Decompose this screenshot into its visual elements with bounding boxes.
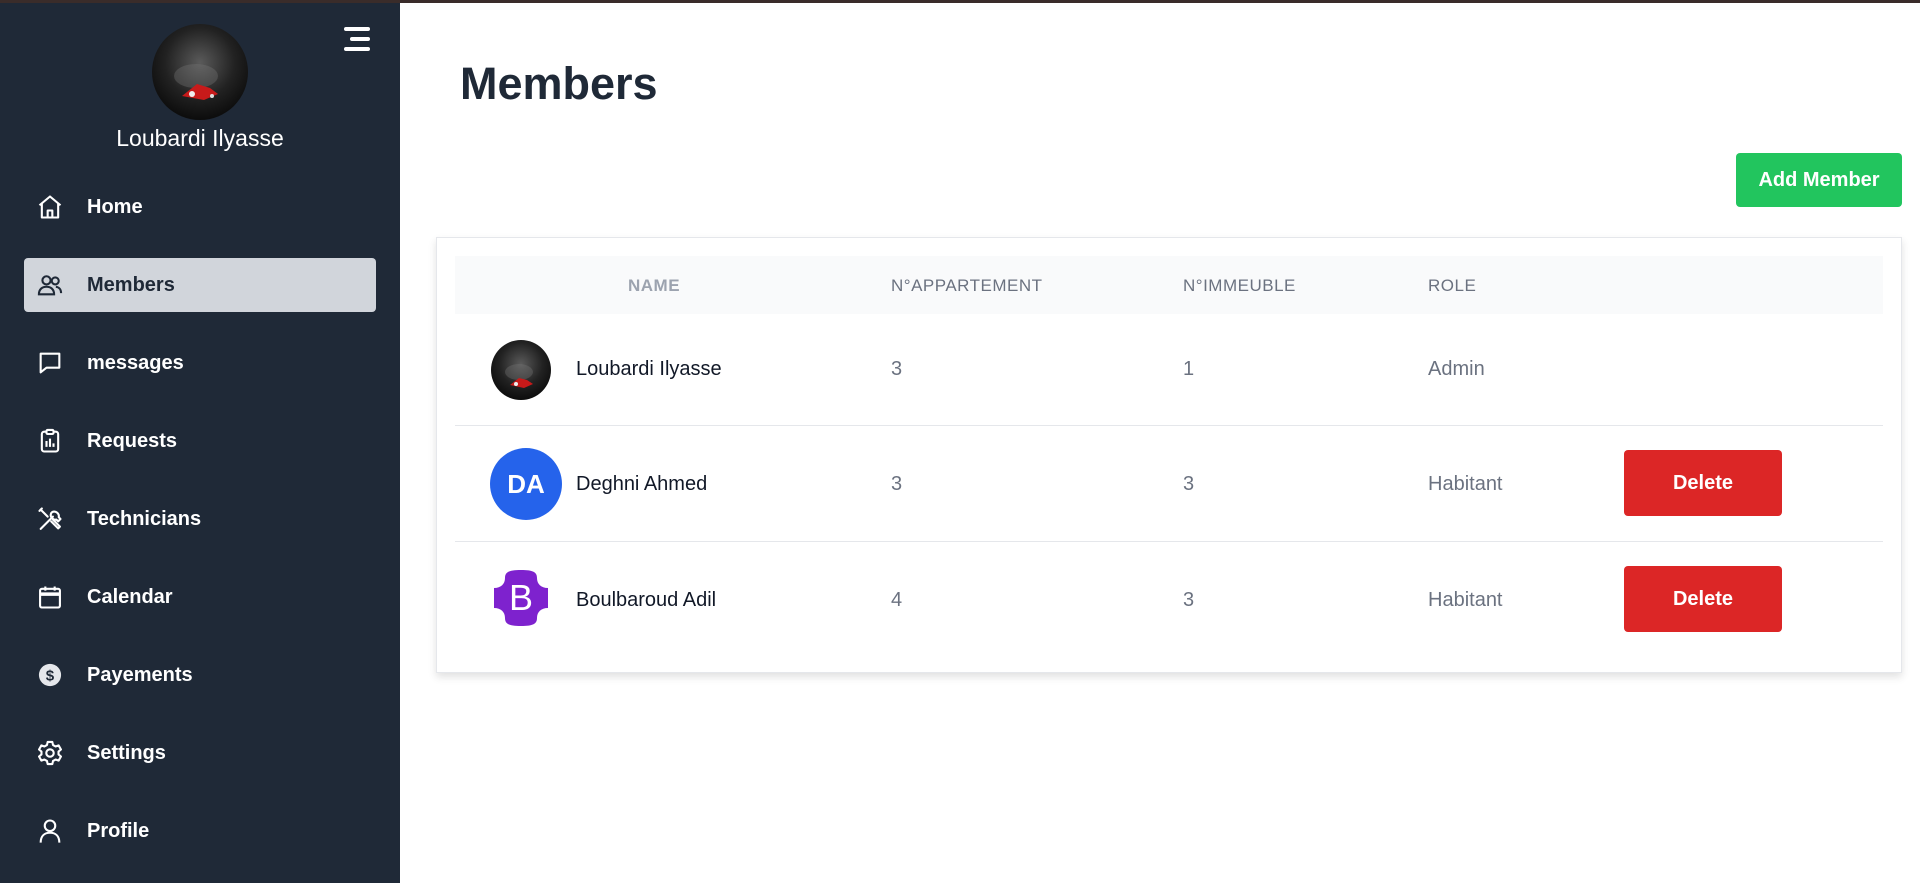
sidebar-item-label: Technicians <box>87 507 202 530</box>
profile-name: Loubardi Ilyasse <box>116 125 284 151</box>
sidebar-nav: Home Members messages Requests Technicia… <box>24 180 376 882</box>
home-icon <box>38 195 62 219</box>
table-row: DA Deghni Ahmed 3 3 Habitant Delete <box>455 426 1883 542</box>
column-header-role: ROLE <box>1428 276 1477 295</box>
member-name: Boulbaroud Adil <box>576 589 717 611</box>
dollar-coin-icon: $ <box>38 663 62 687</box>
sidebar-item-settings[interactable]: Settings <box>24 726 376 780</box>
members-table: NAME N°APPARTEMENT N°IMMEUBLE ROLE Louba… <box>436 237 1902 673</box>
column-header-appartement: N°APPARTEMENT <box>891 276 1043 295</box>
sidebar: Loubardi Ilyasse Home Members messages R… <box>0 0 400 883</box>
sidebar-item-members[interactable]: Members <box>24 258 376 312</box>
delete-button[interactable]: Delete <box>1624 450 1782 516</box>
sidebar-item-payements[interactable]: $ Payements <box>24 648 376 702</box>
role: Admin <box>1428 358 1485 380</box>
page-title: Members <box>460 58 658 109</box>
sidebar-item-label: Payements <box>87 663 193 686</box>
top-border <box>0 0 1920 3</box>
add-member-button[interactable]: Add Member <box>1736 153 1902 207</box>
profile-avatar <box>152 24 248 120</box>
role: Habitant <box>1428 589 1503 611</box>
member-name: Loubardi Ilyasse <box>576 358 722 380</box>
bootstrap-logo-letter: B <box>509 577 533 618</box>
table-row: Loubardi Ilyasse 3 1 Admin <box>455 314 1883 426</box>
immeuble-number: 3 <box>1183 473 1195 495</box>
sidebar-item-requests[interactable]: Requests <box>24 414 376 468</box>
svg-text:$: $ <box>46 667 55 684</box>
sidebar-item-technicians[interactable]: Technicians <box>24 492 376 546</box>
table-row: B Boulbaroud Adil 4 3 Habitant Delete <box>455 542 1883 658</box>
sidebar-item-label: Settings <box>87 741 166 764</box>
sidebar-item-home[interactable]: Home <box>24 180 376 234</box>
immeuble-number: 3 <box>1183 589 1195 611</box>
bootstrap-logo-icon: B <box>491 568 551 628</box>
sidebar-item-label: Requests <box>87 429 178 452</box>
sidebar-item-calendar[interactable]: Calendar <box>24 570 376 624</box>
appartement-number: 3 <box>891 358 903 380</box>
appartement-number: 3 <box>891 473 903 495</box>
table-header: NAME N°APPARTEMENT N°IMMEUBLE ROLE <box>455 256 1883 314</box>
sidebar-item-label: Profile <box>87 819 150 842</box>
sidebar-item-label: Home <box>87 195 143 218</box>
sidebar-item-label: messages <box>87 351 184 374</box>
users-icon <box>37 275 63 296</box>
sidebar-item-messages[interactable]: messages <box>24 336 376 390</box>
sidebar-item-label: Calendar <box>87 585 173 608</box>
member-name: Deghni Ahmed <box>576 473 708 495</box>
delete-button[interactable]: Delete <box>1624 566 1782 632</box>
calendar-icon <box>39 586 61 609</box>
sidebar-item-profile[interactable]: Profile <box>24 804 376 858</box>
column-header-name: NAME <box>628 276 681 295</box>
sidebar-item-label: Members <box>87 273 175 296</box>
clipboard-icon <box>40 428 60 453</box>
role: Habitant <box>1428 473 1503 495</box>
user-icon <box>39 819 61 843</box>
column-header-immeuble: N°IMMEUBLE <box>1183 276 1296 295</box>
tools-icon <box>38 507 62 530</box>
appartement-number: 4 <box>891 589 903 611</box>
avatar: DA <box>490 448 562 520</box>
immeuble-number: 1 <box>1183 358 1195 380</box>
hamburger-icon[interactable] <box>342 27 370 53</box>
gear-icon <box>37 740 63 766</box>
avatar <box>491 340 551 400</box>
chat-icon <box>39 352 61 374</box>
